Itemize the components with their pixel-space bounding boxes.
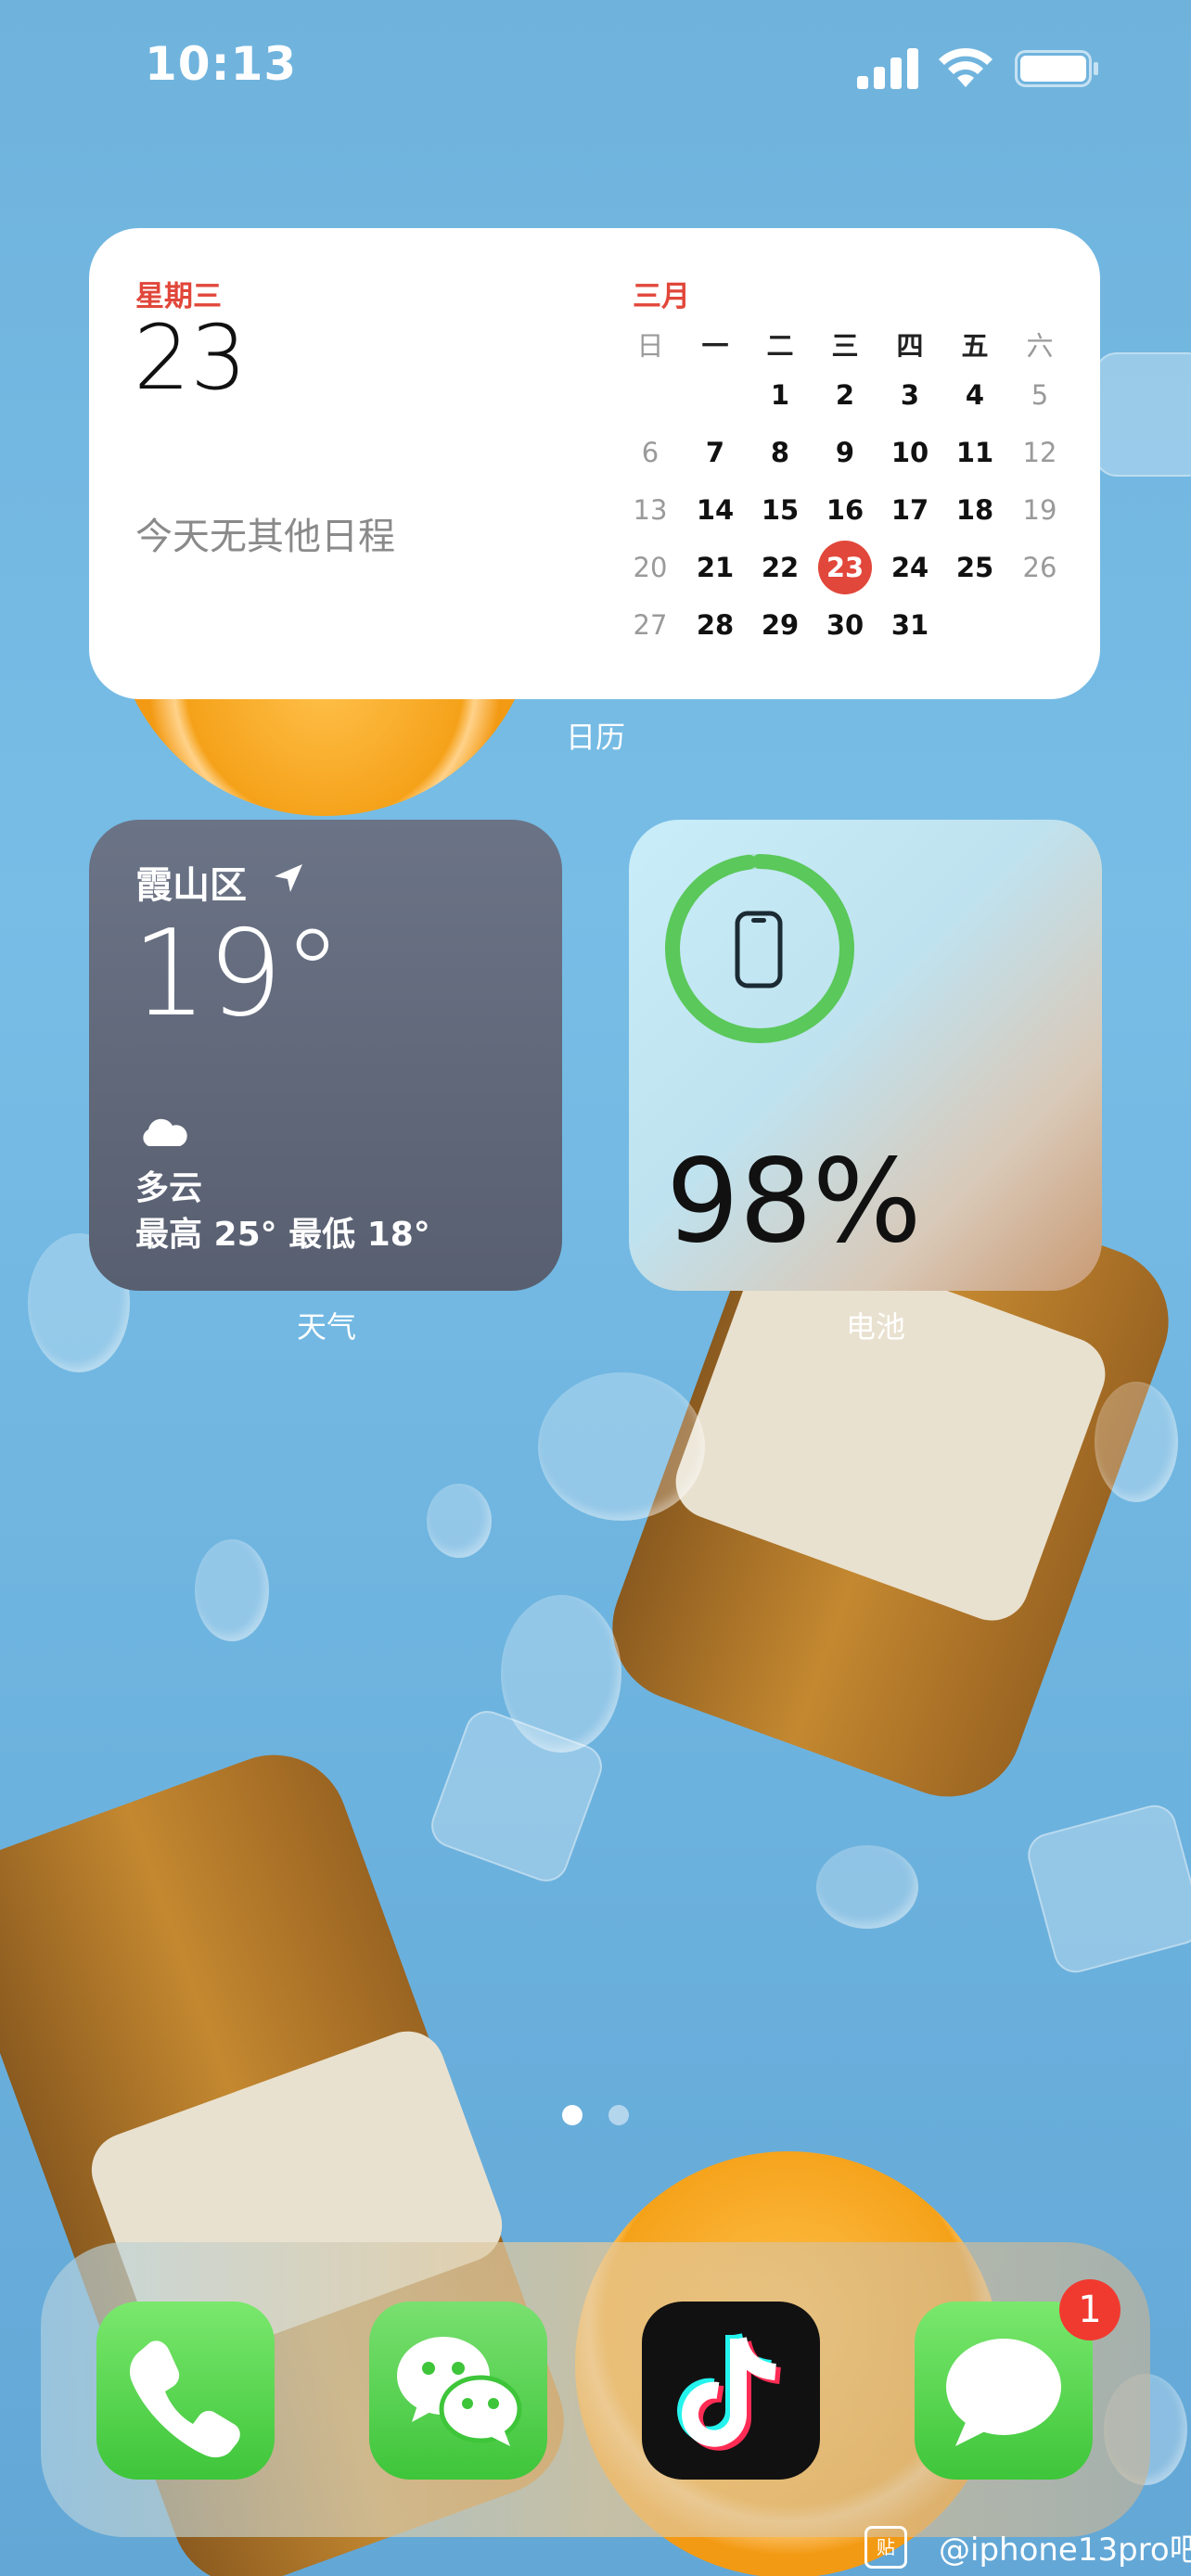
ice-cube-decoration — [1095, 352, 1191, 477]
calendar-date-cell: 17 — [890, 494, 929, 526]
calendar-date-cell: 5 — [1031, 379, 1049, 411]
calendar-date-cell: 23 — [826, 552, 864, 583]
calendar-date-cell: 4 — [965, 379, 985, 411]
water-drop-decoration — [195, 1539, 269, 1641]
calendar-date-cell: 8 — [770, 437, 790, 468]
calendar-date-cell: 22 — [761, 552, 800, 583]
ice-cube-decoration — [1022, 1800, 1191, 1978]
page-indicator[interactable] — [562, 2105, 636, 2127]
calendar-date-cell: 13 — [633, 494, 668, 526]
calendar-date-cell: 1 — [770, 379, 790, 411]
water-drop-decoration — [1095, 1382, 1178, 1502]
wifi-icon — [939, 47, 992, 87]
status-time: 10:13 — [145, 37, 298, 91]
calendar-date-cell: 31 — [890, 609, 929, 641]
calendar-day-number: 23 — [134, 306, 248, 410]
calendar-date-cell: 16 — [826, 494, 864, 526]
battery-status-icon — [1015, 50, 1098, 87]
calendar-date-cell: 18 — [955, 494, 994, 526]
calendar-weekday-header: 四 — [896, 330, 924, 362]
calendar-weekday-header: 日 — [636, 330, 664, 362]
calendar-weekday-header: 三 — [831, 330, 859, 362]
messages-notification-badge: 1 — [1059, 2279, 1121, 2340]
calendar-date-cell: 21 — [696, 552, 735, 583]
calendar-month: 三月 — [633, 280, 690, 313]
wechat-app-icon[interactable] — [369, 2302, 547, 2480]
cloud-icon — [143, 1118, 187, 1146]
location-arrow-icon — [275, 864, 302, 892]
calendar-date-cell: 20 — [633, 552, 668, 583]
water-drop-decoration — [816, 1845, 918, 1929]
page-dot[interactable] — [608, 2105, 629, 2125]
calendar-widget-caption: 日历 — [565, 720, 625, 755]
calendar-weekday-header: 六 — [1026, 330, 1054, 362]
water-drop-decoration — [538, 1372, 705, 1521]
water-drop-decoration — [501, 1595, 621, 1753]
calendar-date-cell: 26 — [1022, 552, 1057, 583]
calendar-weekday-header: 二 — [766, 330, 794, 362]
page-dot-active[interactable] — [562, 2105, 583, 2125]
calendar-date-cell: 3 — [900, 379, 920, 411]
calendar-no-events-text: 今天无其他日程 — [135, 516, 395, 558]
calendar-date-cell: 29 — [761, 609, 800, 641]
calendar-weekday-header: 五 — [961, 330, 989, 362]
weather-temperature: 19° — [132, 905, 342, 1043]
calendar-date-cell: 6 — [641, 437, 660, 468]
battery-widget-caption: 电池 — [845, 1309, 905, 1345]
calendar-date-cell: 25 — [955, 552, 994, 583]
cellular-signal-icon — [857, 48, 918, 89]
water-drop-decoration — [427, 1484, 492, 1558]
calendar-weekday-header: 一 — [701, 330, 729, 362]
watermark-text: @iphone13pro吧 — [939, 2531, 1191, 2569]
calendar-date-cell: 10 — [890, 437, 929, 468]
calendar-date-cell: 9 — [835, 437, 855, 468]
battery-percentage: 98% — [666, 1135, 922, 1269]
tiktok-app-icon[interactable] — [642, 2302, 820, 2480]
calendar-date-cell: 2 — [835, 379, 855, 411]
calendar-date-cell: 12 — [1022, 437, 1057, 468]
calendar-date-cell: 15 — [761, 494, 800, 526]
wechat-bubbles-icon — [397, 2337, 522, 2446]
calendar-date-cell: 19 — [1022, 494, 1057, 526]
iphone-icon — [735, 911, 783, 988]
calendar-date-cell: 24 — [890, 552, 929, 583]
status-bar: 10:13 — [0, 0, 1191, 139]
tieba-badge-icon: 贴 — [864, 2526, 907, 2569]
calendar-date-cell: 14 — [696, 494, 735, 526]
calendar-widget[interactable]: 星期三 23 今天无其他日程 三月 日一二三四五六 1 2 3 4 5 6 7 8 9 10 11 12… — [89, 228, 1100, 699]
battery-widget[interactable]: 98% — [629, 820, 1102, 1291]
calendar-date-cell: 27 — [633, 609, 668, 641]
phone-handset-icon — [130, 2340, 240, 2458]
weather-widget-caption: 天气 — [296, 1309, 356, 1345]
weather-condition: 多云 — [135, 1169, 203, 1207]
weather-location: 霞山区 — [135, 864, 247, 907]
calendar-date-cell: 30 — [826, 609, 864, 641]
weather-high-low: 最高 25° 最低 18° — [135, 1216, 430, 1254]
weather-widget[interactable]: 霞山区 19° 多云 最高 25° 最低 18° — [89, 820, 562, 1291]
calendar-date-cell: 7 — [705, 437, 725, 468]
calendar-date-cell: 11 — [955, 437, 994, 468]
calendar-date-cell: 28 — [696, 609, 735, 641]
phone-app-icon[interactable] — [96, 2302, 275, 2480]
tiktok-note-icon — [677, 2332, 782, 2451]
